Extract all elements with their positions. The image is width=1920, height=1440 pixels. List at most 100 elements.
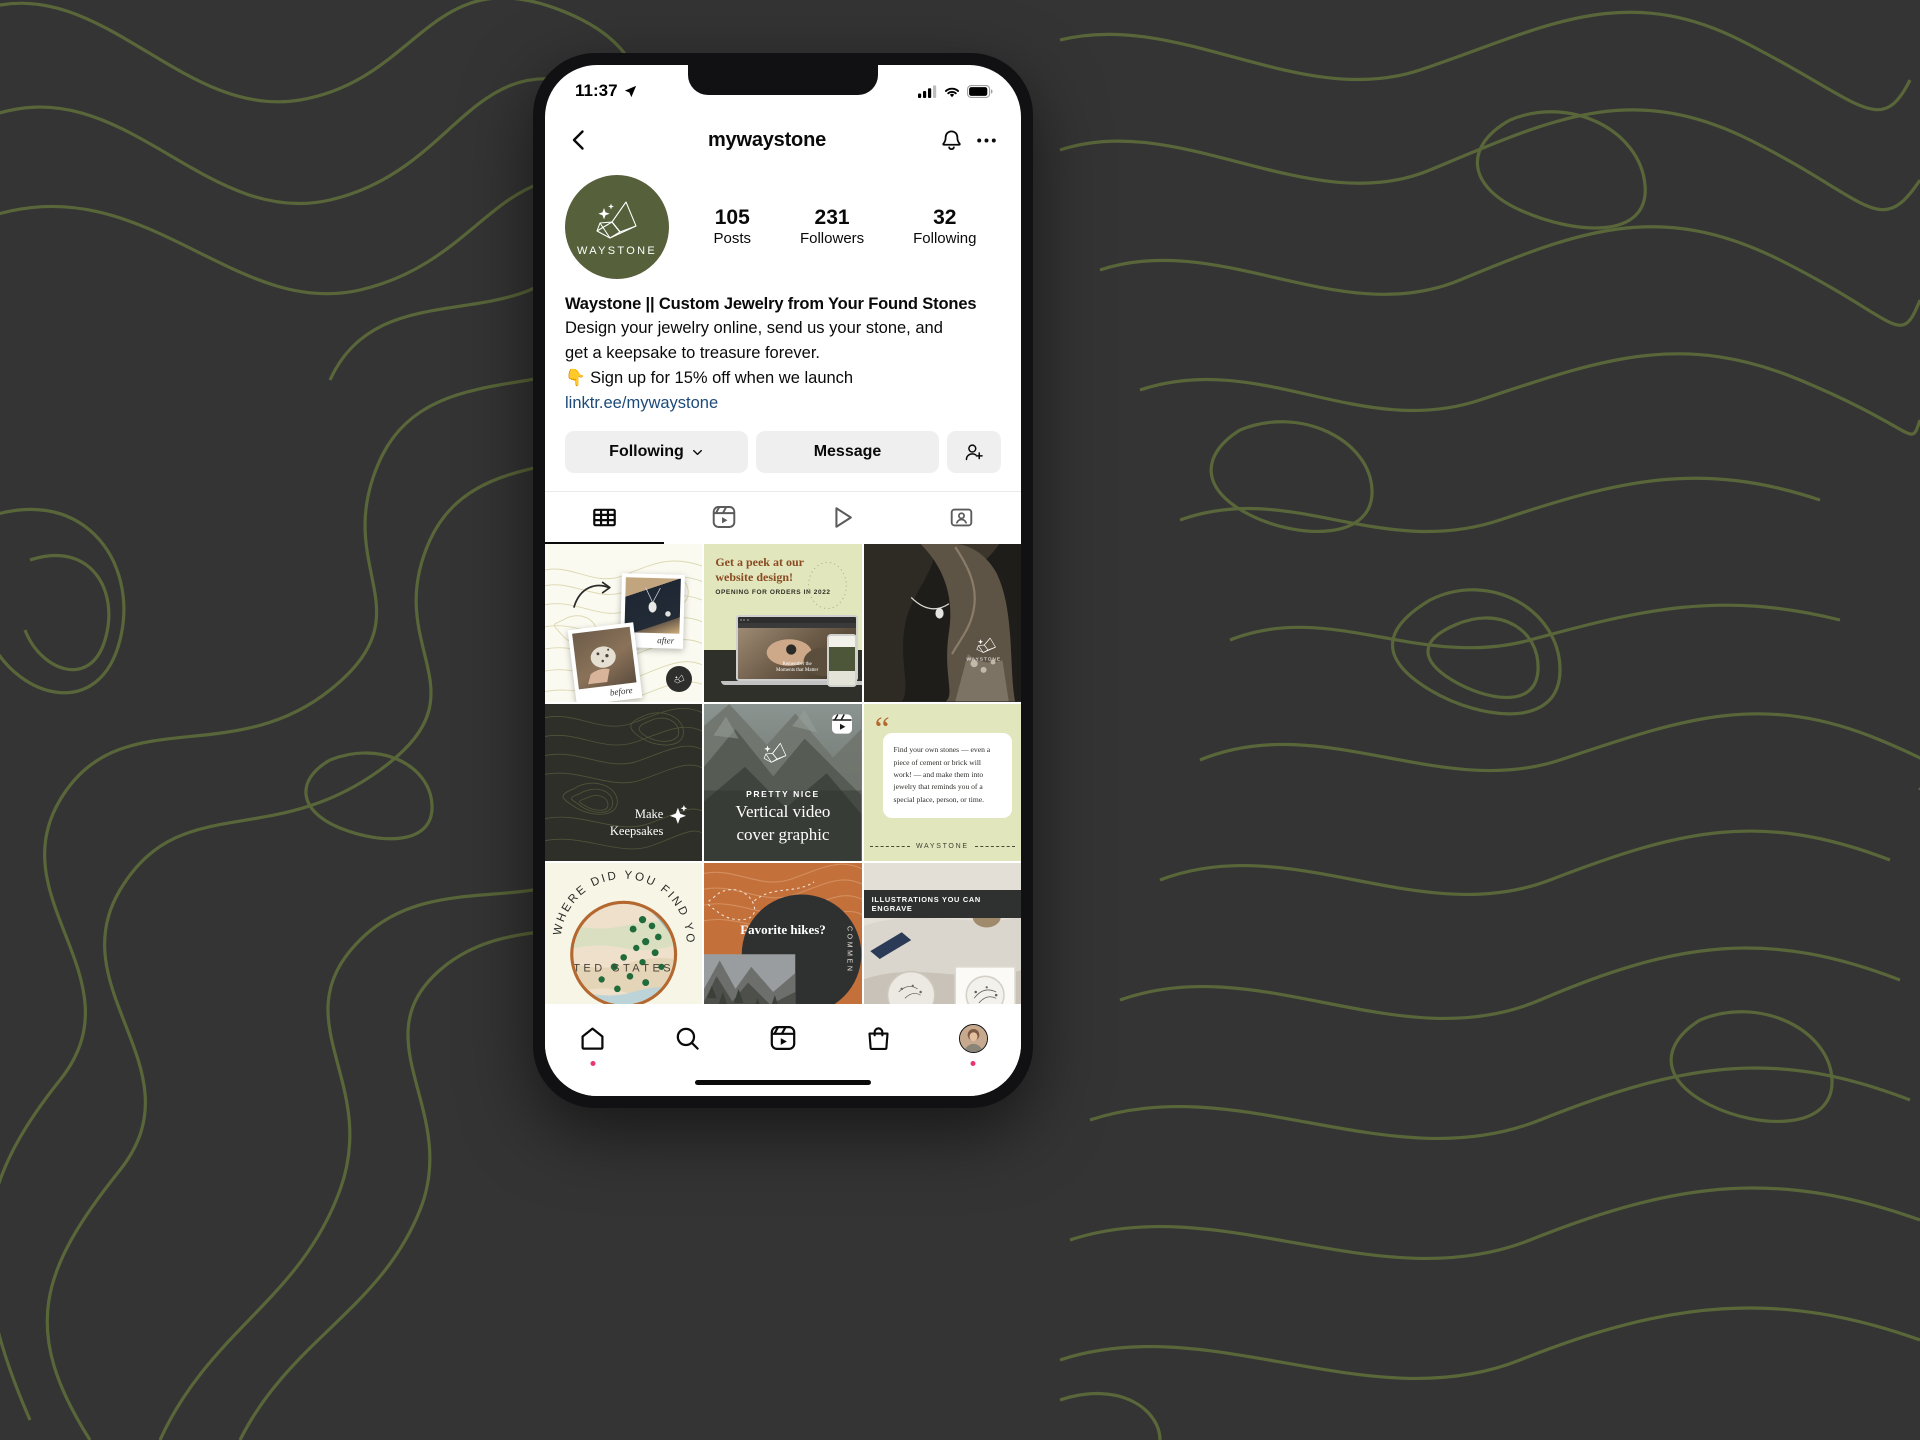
nav-home[interactable] <box>567 1016 619 1066</box>
bell-icon <box>942 129 961 150</box>
profile-header: WAYSTONE 105 Posts 231 Followers 32 Foll… <box>545 169 1021 279</box>
grid-post-make-keepsakes[interactable]: Make Keepsakes <box>545 703 703 861</box>
location-arrow-icon <box>624 85 636 97</box>
bio-link[interactable]: linktr.ee/mywaystone <box>565 391 718 417</box>
quote-card: Find your own stones — even a piece of c… <box>882 733 1012 818</box>
arrow-icon <box>572 581 611 609</box>
post-keepsakes-text: Make Keepsakes <box>609 805 688 839</box>
tab-grid[interactable] <box>545 492 664 545</box>
more-options-button[interactable] <box>974 128 999 153</box>
grid-post-before-after[interactable]: after before <box>545 544 703 702</box>
posts-label: Posts <box>713 229 751 247</box>
bio-description: Design your jewelry online, send us your… <box>565 319 943 363</box>
followers-count: 231 <box>814 205 850 229</box>
keepsakes-line1: Make <box>634 807 664 822</box>
dashed-rule-left <box>869 845 910 847</box>
waystone-crystal-icon <box>596 200 637 239</box>
dashed-rule-right <box>974 845 1015 847</box>
notifications-button[interactable] <box>939 128 964 153</box>
discover-people-button[interactable] <box>947 431 1001 474</box>
posts-count: 105 <box>714 205 750 229</box>
grid-post-website-design[interactable]: Get a peek at our website design! OPENIN… <box>704 544 862 702</box>
bio-display-name: Waystone || Custom Jewelry from Your Fou… <box>565 295 977 313</box>
tab-video[interactable] <box>783 492 902 544</box>
waystone-logo-badge <box>666 665 693 692</box>
profile-activity-dot <box>970 1061 976 1066</box>
chevron-left-icon <box>572 130 584 150</box>
tab-reels[interactable] <box>664 492 783 544</box>
quote-card-footer: WAYSTONE <box>864 843 1021 850</box>
grid-post-favorite-hikes[interactable]: Favorite hikes? COMMEN <box>704 862 862 1021</box>
post-wordmark: WAYSTONE <box>966 637 1001 662</box>
post-title-line2: cover graphic <box>736 825 830 845</box>
sparkle-icon <box>670 805 688 825</box>
post-hikes-side-text: COMMEN <box>845 925 853 974</box>
profile-tabs <box>545 491 1021 545</box>
followers-label: Followers <box>799 229 865 247</box>
reel-badge <box>830 712 854 736</box>
home-icon <box>581 1026 604 1050</box>
grid-post-vertical-video-cover[interactable]: PRETTY NICE Vertical video cover graphic <box>704 703 862 861</box>
reels-icon <box>712 506 735 529</box>
stat-followers[interactable]: 231 Followers <box>800 206 864 249</box>
avatar-wordmark: WAYSTONE <box>577 244 657 257</box>
grid-post-illustrations-engrave[interactable]: ILLUSTRATIONS YOU CAN ENGRAVE <box>863 862 1021 1021</box>
crystal-icon <box>763 742 787 763</box>
message-button-label: Message <box>813 443 882 461</box>
keepsakes-line2: Keepsakes <box>609 823 664 838</box>
grid-post-quote-card[interactable]: “ Find your own stones — even a piece of… <box>863 703 1021 861</box>
wifi-icon <box>944 87 960 97</box>
cellular-signal-icon <box>918 84 937 98</box>
nav-profile[interactable] <box>947 1016 999 1066</box>
stat-following[interactable]: 32 Following <box>913 206 976 249</box>
model-photo <box>863 544 1021 702</box>
home-activity-dot <box>590 1061 596 1066</box>
following-count: 32 <box>933 205 957 229</box>
ellipsis-icon <box>977 138 996 142</box>
pointing-down-emoji-icon: 👇 <box>565 368 586 387</box>
grid-post-where-find-stone[interactable]: WHERE DID YOU FIND YOUR STONE? <box>545 862 703 1021</box>
map-circle: WHERE DID YOU FIND YOUR STONE? <box>545 863 694 1008</box>
tab-tagged[interactable] <box>902 492 1021 544</box>
phone-body: 11:37 mywaystone WAYSTONE 105 Posts 231 … <box>533 53 1033 1108</box>
post-engrave-band: ILLUSTRATIONS YOU CAN ENGRAVE <box>863 889 1021 918</box>
bio-cta-text: Sign up for 15% off when we launch <box>590 368 854 387</box>
quote-footer-wordmark: WAYSTONE <box>915 842 969 850</box>
profile-navbar: mywaystone <box>545 111 1021 169</box>
following-button[interactable]: Following <box>565 431 748 474</box>
following-label: Following <box>913 229 977 247</box>
play-triangle-icon <box>835 506 852 528</box>
svg-text:WAYSTONE: WAYSTONE <box>966 656 1001 662</box>
phone-screen: 11:37 mywaystone WAYSTONE 105 Posts 231 … <box>545 65 1021 1096</box>
home-indicator <box>695 1080 871 1085</box>
grid-post-model-necklace[interactable]: WAYSTONE <box>863 544 1021 702</box>
post-kicker: PRETTY NICE <box>746 789 820 800</box>
profile-avatar-icon <box>958 1023 988 1053</box>
page-title: mywaystone <box>707 128 827 151</box>
quote-text: Find your own stones — even a piece of c… <box>893 745 991 804</box>
add-person-icon <box>965 444 983 460</box>
grid-icon <box>593 508 616 527</box>
back-button[interactable] <box>567 128 591 152</box>
post-hikes-title: Favorite hikes? <box>740 922 826 938</box>
engrave-photo <box>863 862 1021 1021</box>
avatar[interactable]: WAYSTONE <box>565 175 669 279</box>
post-title-line1: Vertical video <box>735 802 831 822</box>
message-button[interactable]: Message <box>756 431 939 474</box>
reels-icon <box>770 1026 796 1050</box>
nav-shop[interactable] <box>852 1016 904 1060</box>
profile-stats: 105 Posts 231 Followers 32 Following <box>673 206 1001 249</box>
chevron-down-icon <box>692 449 702 455</box>
search-icon <box>676 1027 700 1050</box>
status-time: 11:37 <box>575 81 618 100</box>
nav-search[interactable] <box>662 1016 714 1060</box>
following-button-label: Following <box>609 443 684 461</box>
stat-posts[interactable]: 105 Posts <box>713 206 751 249</box>
profile-bio: Waystone || Custom Jewelry from Your Fou… <box>545 279 1021 416</box>
phone-notch <box>688 65 878 95</box>
bio-call-to-action: 👇 Sign up for 15% off when we launch <box>565 366 1001 391</box>
nav-reels[interactable] <box>757 1016 809 1060</box>
tagged-person-icon <box>950 508 973 527</box>
map-label: TED STATES <box>573 962 674 974</box>
battery-icon <box>967 84 993 98</box>
